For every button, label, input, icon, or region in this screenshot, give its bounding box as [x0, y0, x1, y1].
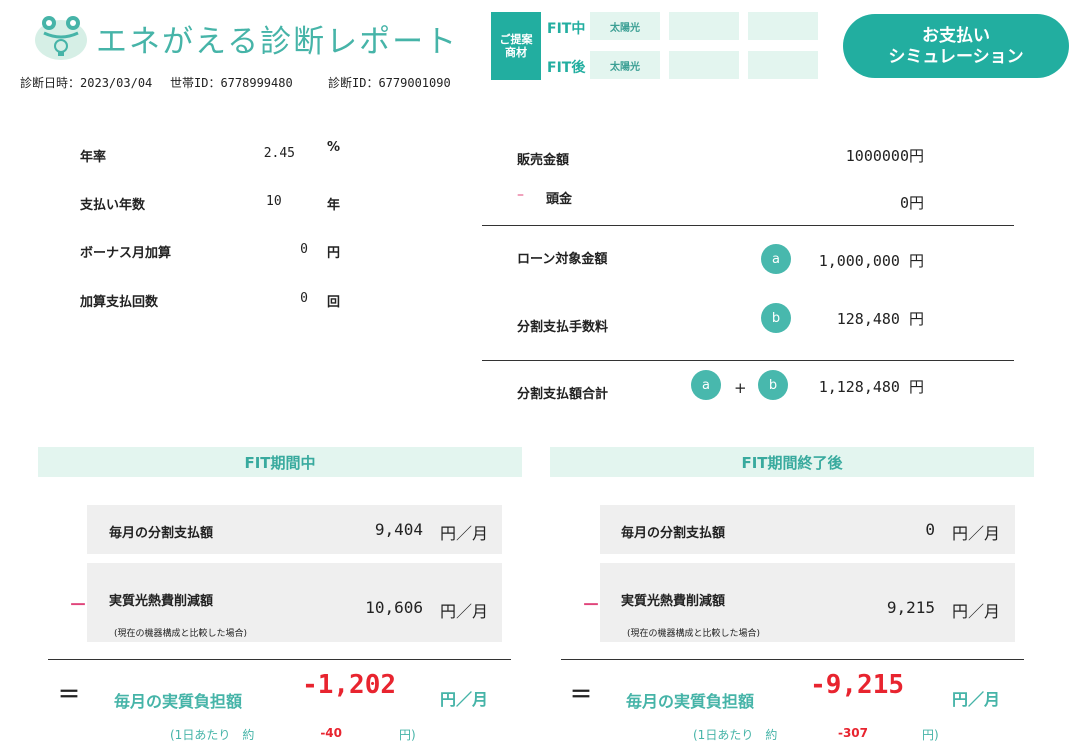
fit-during-monthly-value: 9,404	[374, 520, 423, 539]
annual-rate-value: 2.45	[263, 146, 295, 161]
divider	[482, 360, 1014, 361]
fit-after-saving-unit: 円／月	[952, 602, 1001, 621]
extra-payment-count-unit: 回	[327, 295, 341, 310]
marker-a-icon: a	[761, 244, 791, 274]
plus-sign: +	[734, 379, 747, 397]
fit-after-result-label: 毎月の実質負担額	[626, 692, 755, 711]
fit-during-monthly-label: 毎月の分割支払額	[109, 526, 214, 541]
divider	[48, 659, 511, 660]
fit-after-perday-label: (1日あたり 約	[693, 728, 778, 742]
sale-price-value: 1000000円	[845, 147, 924, 165]
fit-after-monthly-label: 毎月の分割支払額	[621, 526, 726, 541]
frog-logo-icon	[32, 13, 90, 61]
installment-fee-value: 128,480 円	[836, 310, 924, 328]
proposal-product-label: ご提案 商材	[491, 12, 541, 80]
fit-after-result-unit: 円／月	[952, 690, 1001, 709]
fit-after-equals: ＝	[570, 683, 593, 708]
app-title: エネがえる診断レポート	[96, 24, 459, 60]
fit-during-result-value: -1,202	[302, 670, 396, 700]
fit-during-saving-value: 10,606	[365, 598, 423, 617]
payment-simulation-label: シミュレーション	[888, 47, 1024, 66]
diagnosis-id: 診断ID：6779001090	[328, 76, 451, 90]
marker-b-icon: b	[761, 303, 791, 333]
fit-during-perday-value: -40	[320, 726, 342, 740]
bonus-month-value: 0	[300, 242, 308, 257]
fit-during-product-cell: 太陽光	[590, 12, 660, 40]
down-payment-label: 頭金	[546, 192, 573, 207]
loan-target-value: 1,000,000 円	[818, 252, 924, 270]
fit-during-product-cell	[669, 12, 739, 40]
divider	[482, 225, 1014, 226]
fit-after-monthly-value: 0	[925, 520, 935, 539]
down-payment-minus: –	[517, 187, 524, 203]
fit-during-saving-label: 実質光熱費削減額	[109, 594, 214, 609]
fit-after-product-cell	[748, 51, 818, 79]
installment-fee-label: 分割支払手数料	[517, 320, 609, 335]
installment-total-label: 分割支払額合計	[517, 387, 609, 402]
fit-during-perday-label: (1日あたり 約	[170, 728, 255, 742]
payment-years-label: 支払い年数	[80, 198, 146, 213]
fit-during-product-cell	[748, 12, 818, 40]
extra-payment-count-label: 加算支払回数	[80, 295, 159, 310]
payment-years-value: 10	[266, 194, 282, 209]
fit-during-equals: ＝	[58, 683, 81, 708]
sale-price-label: 販売金額	[517, 153, 570, 168]
fit-during-heading: FIT期間中	[38, 447, 522, 477]
household-id: 世帯ID：6778999480	[170, 76, 293, 90]
installment-total-value: 1,128,480 円	[818, 378, 924, 396]
fit-after-result-value: -9,215	[810, 670, 904, 700]
annual-rate-unit: %	[327, 140, 341, 155]
extra-payment-count-value: 0	[300, 291, 308, 306]
bonus-month-unit: 円	[327, 246, 341, 261]
diagnosis-date: 診断日時：2023/03/04	[20, 76, 153, 90]
divider	[561, 659, 1024, 660]
fit-during-saving-note: (現在の機器構成と比較した場合)	[114, 629, 248, 639]
marker-b-icon: b	[758, 370, 788, 400]
fit-after-saving-label: 実質光熱費削減額	[621, 594, 726, 609]
payment-simulation-label: お支払い	[922, 26, 990, 45]
fit-after-saving-note: (現在の機器構成と比較した場合)	[627, 629, 761, 639]
fit-during-monthly-unit: 円／月	[440, 524, 489, 543]
fit-after-perday-value: -307	[837, 726, 868, 740]
fit-during-row-label: FIT中	[547, 21, 586, 37]
loan-target-label: ローン対象金額	[517, 252, 608, 267]
fit-after-product-cell: 太陽光	[590, 51, 660, 79]
fit-during-saving-unit: 円／月	[440, 602, 489, 621]
payment-years-unit: 年	[327, 198, 341, 213]
fit-during-result-label: 毎月の実質負担額	[114, 692, 243, 711]
fit-after-monthly-unit: 円／月	[952, 524, 1001, 543]
annual-rate-label: 年率	[80, 150, 107, 165]
fit-after-perday-unit: 円)	[922, 728, 939, 742]
fit-after-heading: FIT期間終了後	[550, 447, 1034, 477]
bonus-month-label: ボーナス月加算	[80, 246, 172, 261]
fit-during-perday-unit: 円)	[399, 728, 416, 742]
payment-simulation-button[interactable]: お支払い シミュレーション	[843, 14, 1069, 78]
fit-during-minus: －	[69, 595, 87, 616]
marker-a-icon: a	[691, 370, 721, 400]
down-payment-value: 0円	[899, 194, 924, 212]
fit-after-product-cell	[669, 51, 739, 79]
fit-after-saving-value: 9,215	[886, 598, 935, 617]
fit-after-row-label: FIT後	[547, 60, 586, 76]
fit-after-minus: －	[582, 595, 600, 616]
fit-during-result-unit: 円／月	[440, 690, 489, 709]
